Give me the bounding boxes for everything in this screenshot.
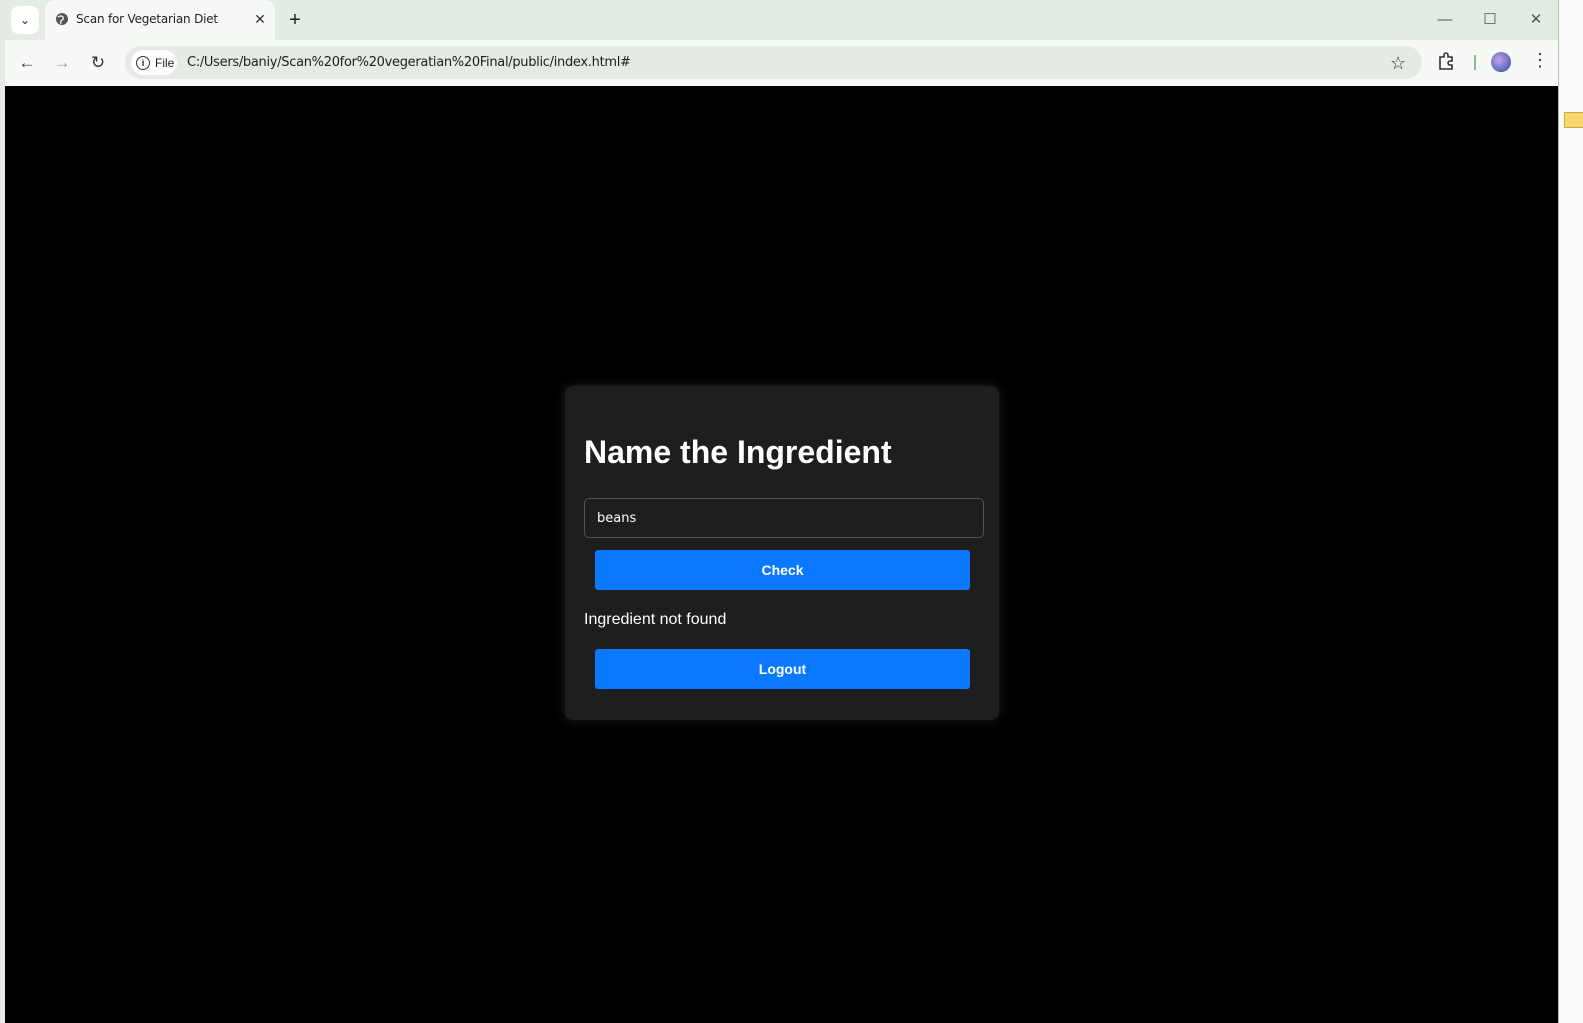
- url-text[interactable]: C:/Users/baniy/Scan%20for%20vegeratian%2…: [187, 55, 631, 70]
- new-tab-icon[interactable]: +: [283, 8, 307, 32]
- background-highlight: [1564, 112, 1583, 128]
- minimize-icon[interactable]: —: [1430, 8, 1460, 32]
- site-info-chip[interactable]: i File: [131, 50, 177, 75]
- close-tab-icon[interactable]: ✕: [251, 10, 269, 28]
- bookmark-star-icon[interactable]: ☆: [1390, 53, 1406, 74]
- forward-icon[interactable]: →: [50, 51, 74, 75]
- background-window-edge: [1558, 0, 1583, 1023]
- address-bar[interactable]: i File C:/Users/baniy/Scan%20for%20veger…: [125, 46, 1422, 79]
- browser-tab[interactable]: Scan for Vegetarian Diet ✕: [45, 0, 275, 40]
- tab-search-icon[interactable]: ⌄: [11, 6, 39, 34]
- browser-window: ⌄ Scan for Vegetarian Diet ✕ + — ☐ ✕ ← →…: [5, 0, 1558, 1023]
- reload-icon[interactable]: ↻: [86, 51, 110, 75]
- toolbar-divider: [1474, 55, 1476, 70]
- globe-icon: [56, 13, 68, 25]
- tab-title: Scan for Vegetarian Diet: [76, 12, 218, 26]
- page-content: Name the Ingredient Check Ingredient not…: [5, 86, 1558, 1023]
- site-info-label: File: [155, 55, 175, 70]
- result-text: Ingredient not found: [584, 611, 727, 628]
- info-icon: i: [136, 55, 150, 70]
- close-window-icon[interactable]: ✕: [1521, 8, 1551, 32]
- logout-button[interactable]: Logout: [595, 649, 970, 689]
- check-button[interactable]: Check: [595, 550, 970, 590]
- back-icon[interactable]: ←: [15, 51, 39, 75]
- more-menu-icon[interactable]: ⋮: [1531, 50, 1549, 71]
- extensions-icon[interactable]: [1436, 51, 1456, 71]
- browser-toolbar: ← → ↻ i File C:/Users/baniy/Scan%20for%2…: [5, 40, 1558, 86]
- page-title: Name the Ingredient: [584, 434, 892, 470]
- maximize-icon[interactable]: ☐: [1475, 8, 1505, 32]
- tab-strip: ⌄ Scan for Vegetarian Diet ✕ + — ☐ ✕: [5, 0, 1558, 40]
- ingredient-card: Name the Ingredient Check Ingredient not…: [565, 386, 999, 720]
- ingredient-input[interactable]: [584, 498, 984, 538]
- profile-avatar[interactable]: [1491, 52, 1511, 72]
